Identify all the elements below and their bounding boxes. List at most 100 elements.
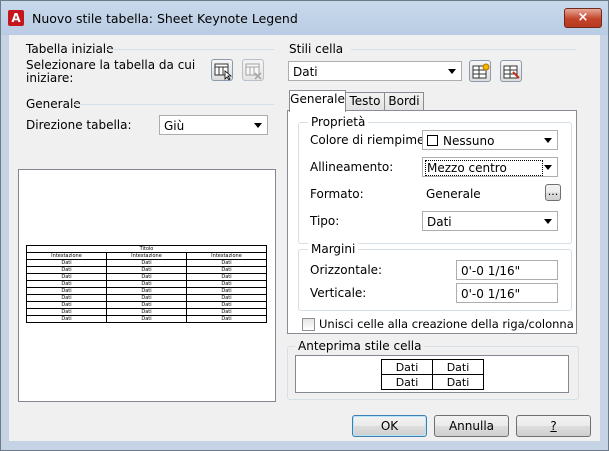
preview-data-cell: Dati <box>26 287 107 295</box>
chevron-down-icon <box>544 138 552 143</box>
cell-styles-group-label: Stili cella <box>289 42 344 56</box>
type-dropdown[interactable]: Dati <box>422 211 558 231</box>
type-value: Dati <box>427 215 452 229</box>
format-value: Generale <box>426 187 481 201</box>
select-table-icon <box>214 63 232 80</box>
preview-data-cell: Dati <box>186 280 267 288</box>
start-table-prompt: Selezionare la tabella da cui iniziare: <box>26 58 196 85</box>
preview-data-cell: Dati <box>26 273 107 281</box>
help-button[interactable]: ? <box>516 415 591 437</box>
preview-table: Titolo Intestazione Intestazione Intestazi… <box>26 245 267 323</box>
fill-color-dropdown[interactable]: Nessuno <box>422 130 558 150</box>
chevron-down-icon <box>448 69 456 74</box>
preview-data-cell: Dati <box>106 315 187 323</box>
preview-data-cell: Dati <box>106 301 187 309</box>
cell-preview-row: Dati Dati <box>381 359 484 375</box>
format-browse-button[interactable]: ... <box>545 184 561 201</box>
table-style-preview: Titolo Intestazione Intestazione Intestazi… <box>18 169 276 402</box>
general-tab-panel: Proprietà Colore di riempimento: Nessuno… <box>287 110 577 334</box>
properties-group-label: Proprietà <box>308 115 369 129</box>
preview-data-cell: Dati <box>106 280 187 288</box>
preview-header-cell: Intestazione <box>186 252 267 260</box>
start-table-group-line <box>105 49 274 50</box>
merge-cells-checkbox[interactable] <box>302 318 315 331</box>
remove-table-button[interactable] <box>242 59 264 81</box>
alignment-dropdown[interactable]: Mezzo centro <box>422 157 558 177</box>
preview-data-cell: Dati <box>106 294 187 302</box>
window-title: Nuovo stile tabella: Sheet Keynote Legen… <box>32 11 298 26</box>
close-button[interactable]: × <box>564 8 602 28</box>
cell-style-preview: Dati Dati Dati Dati <box>295 355 569 393</box>
vertical-margin-label: Verticale: <box>310 286 367 300</box>
preview-data-cell: Dati <box>186 308 267 316</box>
preview-data-cell: Dati <box>26 315 107 323</box>
tab-general[interactable]: Generale <box>289 90 346 112</box>
select-table-button[interactable] <box>211 59 233 81</box>
cell-style-preview-label: Anteprima stile cella <box>295 339 425 353</box>
preview-data-cell: Dati <box>26 259 107 267</box>
new-cell-style-icon <box>472 63 490 79</box>
preview-data-cell: Dati <box>186 315 267 323</box>
cell-preview-row: Dati Dati <box>381 374 484 390</box>
preview-data-row: Dati Dati Dati <box>26 273 267 281</box>
horizontal-margin-label: Orizzontale: <box>310 263 383 277</box>
alignment-label: Allineamento: <box>310 160 394 174</box>
manage-cell-styles-button[interactable] <box>500 60 522 82</box>
cell-styles-group-line <box>351 49 576 50</box>
create-cell-style-button[interactable] <box>469 60 491 82</box>
preview-data-cell: Dati <box>186 266 267 274</box>
chevron-down-icon <box>544 219 552 224</box>
title-bar[interactable]: A Nuovo stile tabella: Sheet Keynote Leg… <box>1 1 608 35</box>
fill-color-value: Nessuno <box>443 134 495 148</box>
dialog-window: A Nuovo stile tabella: Sheet Keynote Leg… <box>0 0 609 451</box>
preview-data-cell: Dati <box>186 287 267 295</box>
preview-data-row: Dati Dati Dati <box>26 301 267 309</box>
chevron-down-icon <box>544 165 552 170</box>
preview-data-row: Dati Dati Dati <box>26 294 267 302</box>
cell-preview-cell: Dati <box>432 374 484 390</box>
cell-preview-cell: Dati <box>432 359 484 375</box>
cancel-button[interactable]: Annulla <box>434 415 509 437</box>
preview-data-cell: Dati <box>26 301 107 309</box>
merge-cells-label: Unisci celle alla creazione della riga/c… <box>319 317 574 331</box>
preview-data-cell: Dati <box>26 294 107 302</box>
type-label: Tipo: <box>310 214 340 228</box>
preview-header-cell: Intestazione <box>106 252 187 260</box>
format-label: Formato: <box>310 187 364 201</box>
preview-title-cell: Titolo <box>26 245 267 253</box>
tab-borders[interactable]: Bordi <box>384 92 424 111</box>
cell-style-value: Dati <box>293 65 318 79</box>
start-table-group-label: Tabella iniziale <box>26 42 114 56</box>
preview-data-cell: Dati <box>186 259 267 267</box>
cell-preview-cell: Dati <box>381 359 433 375</box>
cell-preview-cell: Dati <box>381 374 433 390</box>
preview-data-row: Dati Dati Dati <box>26 280 267 288</box>
preview-header-cell: Intestazione <box>26 252 107 260</box>
preview-data-cell: Dati <box>106 266 187 274</box>
preview-data-row: Dati Dati Dati <box>26 308 267 316</box>
cell-style-dropdown[interactable]: Dati <box>288 61 462 81</box>
horizontal-margin-input[interactable]: 0'-0 1/16" <box>456 260 558 280</box>
preview-data-cell: Dati <box>106 308 187 316</box>
preview-data-cell: Dati <box>106 273 187 281</box>
preview-data-row: Dati Dati Dati <box>26 266 267 274</box>
cell-preview-table: Dati Dati Dati Dati <box>381 359 484 390</box>
autocad-app-icon: A <box>8 10 24 26</box>
preview-data-cell: Dati <box>26 308 107 316</box>
remove-table-icon <box>245 63 262 80</box>
vertical-margin-value: 0'-0 1/16" <box>461 287 521 301</box>
tab-text[interactable]: Testo <box>345 92 385 111</box>
chevron-down-icon <box>254 123 262 128</box>
margins-group-label: Margini <box>308 242 359 256</box>
preview-data-cell: Dati <box>186 294 267 302</box>
general-group-line <box>73 104 274 105</box>
preview-data-cell: Dati <box>26 280 107 288</box>
ok-button[interactable]: OK <box>352 415 427 437</box>
table-direction-value: Giù <box>164 119 185 133</box>
vertical-margin-input[interactable]: 0'-0 1/16" <box>456 283 558 303</box>
preview-data-cell: Dati <box>186 273 267 281</box>
alignment-value: Mezzo centro <box>427 161 507 175</box>
table-direction-dropdown[interactable]: Giù <box>159 115 268 135</box>
preview-data-row: Dati Dati Dati <box>26 315 267 323</box>
preview-data-cell: Dati <box>186 301 267 309</box>
